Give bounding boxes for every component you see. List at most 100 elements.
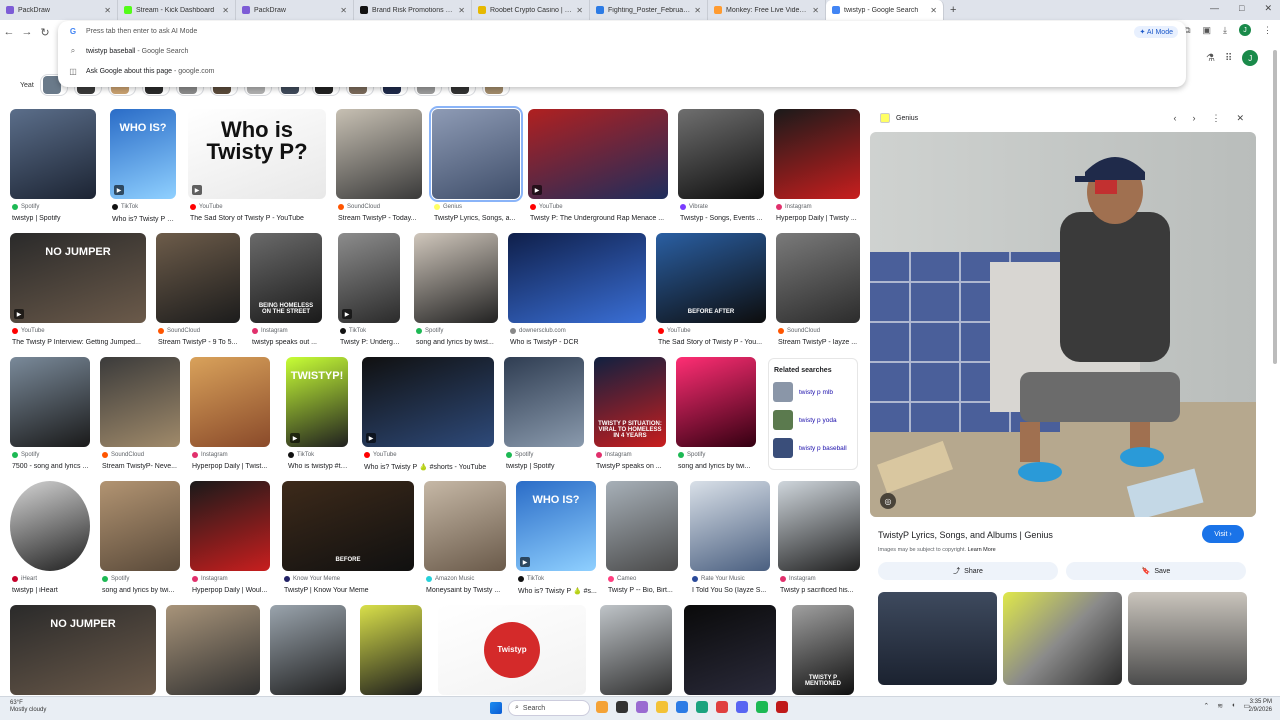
app-icon[interactable] [776, 701, 788, 713]
result-caption[interactable]: Stream TwistyP - Today... [338, 215, 424, 222]
image-result[interactable]: Cameo Twisty P -- Bio, Birt... [606, 481, 678, 599]
forward-arrow-icon[interactable]: → [18, 26, 36, 38]
result-source[interactable]: Instagram [192, 576, 228, 582]
result-thumbnail[interactable] [690, 481, 770, 571]
related-search-item[interactable]: twisty p mlb [773, 382, 857, 402]
image-result[interactable]: SoundCloud Stream TwistyP - Today... [336, 109, 422, 227]
result-source[interactable]: Know Your Meme [284, 576, 340, 582]
visit-button[interactable]: Visit › [1202, 525, 1244, 543]
close-window-button[interactable]: ✕ [1264, 3, 1272, 14]
result-caption[interactable]: twistyp | Spotify [506, 463, 586, 470]
image-result[interactable]: Spotify song and lyrics by twist... [414, 233, 498, 351]
image-result[interactable]: Amazon Music Moneysaint by Twisty ... [424, 481, 506, 599]
result-source[interactable]: downersclub.com [510, 328, 566, 334]
result-thumbnail[interactable]: Who is Twisty P? ▶ [188, 109, 326, 199]
tab-close-icon[interactable]: ✕ [576, 6, 583, 15]
image-result[interactable]: ▶ TikTok Twisty P: Undergro... [338, 233, 402, 351]
result-caption[interactable]: 7500 - song and lyrics ... [12, 463, 92, 470]
panel-title[interactable]: TwistyP Lyrics, Songs, and Albums | Geni… [878, 530, 1053, 540]
app-icon[interactable] [616, 701, 628, 713]
browser-tab[interactable]: PackDraw ✕ [236, 0, 354, 20]
browser-tab[interactable]: twistyp - Google Search ✕ [826, 0, 944, 20]
result-caption[interactable]: Who is TwistyP - DCR [510, 339, 648, 346]
result-thumbnail[interactable] [10, 481, 90, 571]
preview-image[interactable]: ◎ [870, 132, 1256, 517]
result-caption[interactable]: I Told You So (Iayze S... [692, 587, 772, 594]
volume-icon[interactable]: ◖ [1231, 702, 1235, 710]
result-source[interactable]: YouTube [364, 452, 397, 458]
tab-close-icon[interactable]: ✕ [812, 6, 819, 15]
result-caption[interactable]: Hyperpop Daily | Twisty ... [776, 215, 862, 222]
result-thumbnail[interactable] [504, 357, 584, 447]
result-thumbnail[interactable]: WHO IS? ▶ [110, 109, 176, 199]
tab-close-icon[interactable]: ✕ [340, 6, 347, 15]
result-thumbnail[interactable]: BEFORE [282, 481, 414, 571]
omnibox-suggestion[interactable]: ⌕ twistyp baseball - Google Search [58, 41, 1186, 61]
result-source[interactable]: SoundCloud [102, 452, 144, 458]
result-thumbnail[interactable] [414, 233, 498, 323]
chrome-icon[interactable] [716, 701, 728, 713]
image-result[interactable]: SoundCloud Stream TwistyP- Neve... [100, 357, 180, 475]
result-caption[interactable]: twistyp speaks out ... [252, 339, 324, 346]
image-result[interactable]: SoundCloud Stream TwistyP - Iayze ... [776, 233, 860, 351]
result-source[interactable]: Instagram [252, 328, 288, 334]
app-icon[interactable] [676, 701, 688, 713]
app-icon[interactable] [596, 701, 608, 713]
result-thumbnail[interactable] [190, 357, 270, 447]
result-thumbnail[interactable]: ▶ [338, 233, 400, 323]
result-source[interactable]: Genius [434, 204, 462, 210]
result-source[interactable]: TikTok [340, 328, 366, 334]
result-thumbnail[interactable] [10, 357, 90, 447]
result-caption[interactable]: Who is? Twisty P 🍐 ... [112, 215, 178, 223]
chevron-up-icon[interactable]: ⌃ [1203, 702, 1209, 710]
result-thumbnail[interactable]: ▶ [528, 109, 668, 199]
apps-grid-icon[interactable]: ⠿ [1225, 53, 1232, 64]
result-source[interactable]: Rate Your Music [692, 576, 745, 582]
image-result[interactable]: Instagram Twisty p sacrificed his... [778, 481, 860, 599]
result-thumbnail[interactable]: TWISTYP! ▶ [286, 357, 348, 447]
result-source[interactable]: SoundCloud [158, 328, 200, 334]
image-result[interactable]: downersclub.com Who is TwistyP - DCR [508, 233, 646, 351]
image-result[interactable]: iHeart twistyp | iHeart [10, 481, 90, 599]
result-thumbnail[interactable]: WHO IS? ▶ [516, 481, 596, 571]
related-image[interactable] [1003, 592, 1122, 685]
profile-avatar[interactable]: J [1239, 24, 1251, 36]
result-source[interactable]: Spotify [416, 328, 443, 334]
browser-tab[interactable]: Roobet Crypto Casino | Best Bi...✕ [472, 0, 590, 20]
result-caption[interactable]: Twisty P: Undergro... [340, 339, 402, 346]
result-source[interactable]: Spotify [12, 452, 39, 458]
result-caption[interactable]: twistyp | Spotify [12, 215, 98, 222]
result-caption[interactable]: The Twisty P Interview: Getting Jumped..… [12, 339, 148, 346]
result-thumbnail[interactable] [606, 481, 678, 571]
result-caption[interactable]: Twisty p sacrificed his... [780, 587, 862, 594]
next-arrow-icon[interactable]: › [1192, 113, 1195, 124]
result-caption[interactable]: Twistyp - Songs, Events ... [680, 215, 766, 222]
result-caption[interactable]: Moneysaint by Twisty ... [426, 587, 508, 594]
result-thumbnail[interactable] [360, 605, 422, 695]
result-caption[interactable]: Who is twistyp #twi... [288, 463, 350, 470]
result-caption[interactable]: The Sad Story of Twisty P - YouTube [190, 215, 328, 222]
result-caption[interactable]: twistyp | iHeart [12, 587, 92, 594]
result-source[interactable]: YouTube [658, 328, 691, 334]
result-caption[interactable]: The Sad Story of Twisty P - You... [658, 339, 768, 346]
result-thumbnail[interactable]: Twistyp [438, 605, 586, 695]
result-source[interactable]: TikTok [112, 204, 138, 210]
related-image[interactable] [878, 592, 997, 685]
tab-close-icon[interactable]: ✕ [694, 6, 701, 15]
result-thumbnail[interactable] [678, 109, 764, 199]
result-source[interactable]: YouTube [12, 328, 45, 334]
result-thumbnail[interactable] [778, 481, 860, 571]
result-caption[interactable]: TwistyP Lyrics, Songs, a... [434, 215, 522, 222]
result-source[interactable]: Amazon Music [426, 576, 474, 582]
image-result[interactable]: Instagram Hyperpop Daily | Twisty ... [774, 109, 860, 227]
result-thumbnail[interactable] [684, 605, 776, 695]
result-source[interactable]: Cameo [608, 576, 636, 582]
image-result[interactable]: Who is Twisty P? ▶ YouTube The Sad Story of… [188, 109, 326, 227]
prev-arrow-icon[interactable]: ‹ [1173, 113, 1176, 124]
share-button[interactable]: ⤴ Share [878, 562, 1058, 580]
learn-more-link[interactable]: Learn More [968, 547, 996, 553]
more-options-icon[interactable]: ⋮ [1211, 113, 1220, 124]
download-icon[interactable]: ⤓ [1223, 25, 1227, 36]
app-icon[interactable] [636, 701, 648, 713]
chip-yeat[interactable]: Yeat [10, 82, 34, 89]
